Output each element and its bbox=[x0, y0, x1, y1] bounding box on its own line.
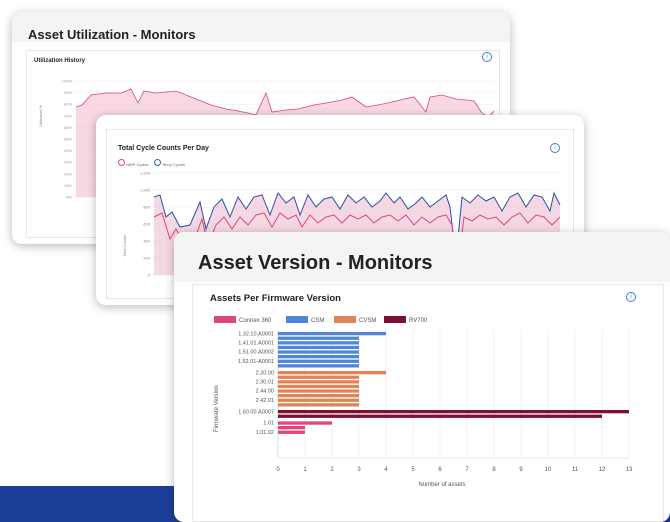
legend-swatch bbox=[286, 316, 308, 323]
y-tick-label: 30% bbox=[64, 160, 72, 165]
legend-label: Connex 360 bbox=[239, 318, 272, 324]
legend-temp: Temp Cycles bbox=[154, 159, 185, 167]
legend-label: CVSM bbox=[359, 318, 376, 324]
y-tick-label: 80% bbox=[64, 102, 72, 107]
bar bbox=[278, 426, 305, 430]
firmware-bar-chart: Connex 360 CSM CVSM RV700 1.32.10.A0001 1.41… bbox=[214, 316, 633, 488]
info-icon[interactable]: i bbox=[626, 292, 636, 302]
bar bbox=[278, 341, 359, 345]
bar bbox=[278, 403, 359, 407]
y-tick-label: 2.30.01 bbox=[256, 380, 274, 386]
legend-swatch bbox=[384, 316, 406, 323]
card-title: Asset Version - Monitors bbox=[198, 252, 433, 274]
y-tick-label: 1.60.00.A0007 bbox=[238, 409, 274, 415]
legend-nibp: NIBP Cycles bbox=[118, 159, 149, 167]
info-icon[interactable]: i bbox=[550, 143, 560, 153]
x-tick-label: 7 bbox=[465, 467, 469, 473]
x-tick-label: 13 bbox=[626, 467, 633, 473]
y-tick-label: 200 bbox=[143, 256, 150, 261]
bar bbox=[278, 375, 359, 379]
bar bbox=[278, 421, 332, 425]
y-tick-label: 60% bbox=[64, 125, 72, 130]
x-tick-label: 11 bbox=[572, 467, 579, 473]
bar bbox=[278, 394, 359, 398]
y-tick-label: 40% bbox=[64, 148, 72, 153]
x-tick-label: 10 bbox=[545, 467, 552, 473]
y-tick-label: 2.42.01 bbox=[256, 398, 274, 404]
y-tick-label: 0 bbox=[148, 273, 151, 278]
x-tick-label: 8 bbox=[492, 467, 496, 473]
y-tick-label: 1,200 bbox=[140, 171, 151, 176]
bar bbox=[278, 410, 629, 414]
y-tick-label: 1.32.10.A0001 bbox=[238, 331, 274, 337]
y-tick-label: 50% bbox=[64, 137, 72, 142]
x-tick-label: 6 bbox=[438, 467, 442, 473]
y-tick-label: 70% bbox=[64, 113, 72, 118]
bar bbox=[278, 398, 359, 402]
bar bbox=[278, 430, 305, 434]
legend-swatch bbox=[214, 316, 236, 323]
y-tick-label: 1.01 bbox=[263, 421, 274, 427]
bar bbox=[278, 350, 359, 354]
card-title: Asset Utilization - Monitors bbox=[28, 27, 196, 42]
y-tick-label: 600 bbox=[143, 222, 150, 227]
legend-marker bbox=[118, 159, 125, 166]
chart-title: Total Cycle Counts Per Day bbox=[118, 145, 209, 152]
y-tick-label: 10% bbox=[64, 183, 72, 188]
bar bbox=[278, 380, 359, 384]
y-tick-label: 1,000 bbox=[140, 188, 151, 193]
bar bbox=[278, 384, 359, 389]
x-axis-title: Number of assets bbox=[418, 482, 465, 488]
y-tick-label: 1.51.00.A0002 bbox=[238, 350, 274, 356]
bar bbox=[278, 414, 602, 418]
info-icon[interactable]: i bbox=[482, 52, 492, 62]
x-tick-label: 0 bbox=[276, 467, 280, 473]
legend-swatch bbox=[334, 316, 356, 323]
bar bbox=[278, 364, 359, 368]
bar bbox=[278, 389, 359, 393]
chart-title: Utilization History bbox=[34, 58, 86, 64]
y-tick-label: 20% bbox=[64, 171, 72, 176]
bar bbox=[278, 355, 359, 359]
x-tick-label: 9 bbox=[519, 467, 523, 473]
x-tick-label: 12 bbox=[599, 467, 606, 473]
x-tick-label: 1 bbox=[303, 467, 307, 473]
y-tick-label: 800 bbox=[143, 205, 150, 210]
y-tick-label: 2.44.00 bbox=[256, 389, 274, 395]
bar bbox=[278, 332, 386, 336]
x-tick-label: 2 bbox=[330, 467, 334, 473]
y-axis-label: Total Counts bbox=[122, 235, 127, 257]
bar bbox=[278, 336, 359, 340]
legend-label: CSM bbox=[311, 318, 324, 324]
y-axis-title: Firmware Version bbox=[214, 385, 220, 432]
x-tick-label: 4 bbox=[384, 467, 388, 473]
chart-title: Assets Per Firmware Version bbox=[210, 293, 341, 304]
y-tick-label: 0% bbox=[66, 195, 72, 200]
bar bbox=[278, 359, 359, 363]
bar bbox=[278, 371, 386, 375]
y-tick-label: 1.41.01.A0001 bbox=[238, 341, 274, 347]
x-tick-label: 5 bbox=[411, 467, 415, 473]
y-tick-label: 1.01.02 bbox=[256, 430, 274, 436]
x-tick-label: 3 bbox=[357, 467, 361, 473]
legend-label: RV700 bbox=[409, 318, 428, 324]
legend-marker bbox=[154, 159, 161, 166]
y-tick-label: 2.20.00 bbox=[256, 370, 274, 376]
y-axis-label: Utilization % bbox=[38, 105, 43, 127]
y-tick-label: 400 bbox=[143, 239, 150, 244]
y-tick-label: 100% bbox=[62, 79, 73, 84]
y-tick-label: 1.52.01-A0001 bbox=[238, 359, 274, 365]
bar bbox=[278, 345, 359, 350]
y-tick-label: 90% bbox=[64, 90, 72, 95]
